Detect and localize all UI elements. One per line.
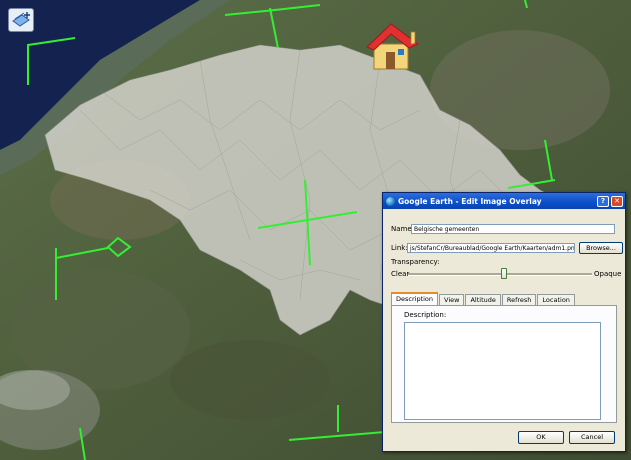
transparency-slider-thumb[interactable] <box>500 268 507 279</box>
tab-view[interactable]: View <box>439 294 465 305</box>
house-icon[interactable] <box>365 22 421 72</box>
transparency-label: Transparency: <box>391 258 440 266</box>
google-earth-icon <box>386 196 395 206</box>
dialog-title: Google Earth - Edit Image Overlay <box>398 196 542 206</box>
description-label: Description: <box>404 311 447 319</box>
browse-button[interactable]: Browse... <box>579 242 623 254</box>
description-panel: Description: <box>391 305 617 423</box>
edit-image-overlay-dialog: Google Earth - Edit Image Overlay ? ✕ Na… <box>382 192 626 452</box>
opaque-label: Opaque <box>594 270 622 278</box>
close-button[interactable]: ✕ <box>611 195 623 207</box>
link-field[interactable]: js/StefanCr/Bureaublad/Google Earth/Kaar… <box>407 243 575 253</box>
dialog-titlebar[interactable]: Google Earth - Edit Image Overlay ? ✕ <box>383 193 625 209</box>
tab-refresh[interactable]: Refresh <box>501 294 537 305</box>
tab-location[interactable]: Location <box>537 294 575 305</box>
help-button[interactable]: ? <box>597 195 609 207</box>
name-label: Name: <box>391 225 415 233</box>
tab-description[interactable]: Description <box>391 292 439 305</box>
tab-altitude[interactable]: Altitude <box>465 294 501 305</box>
description-textarea[interactable] <box>404 322 601 420</box>
name-field[interactable]: Belgische gemeenten <box>411 224 615 234</box>
cancel-button[interactable]: Cancel <box>569 431 615 444</box>
dialog-tabs: Description View Altitude Refresh Locati… <box>391 292 576 305</box>
ok-button[interactable]: OK <box>518 431 564 444</box>
add-image-overlay-icon[interactable] <box>8 8 34 32</box>
link-label: Link: <box>391 244 408 252</box>
clear-label: Clear <box>391 270 410 278</box>
